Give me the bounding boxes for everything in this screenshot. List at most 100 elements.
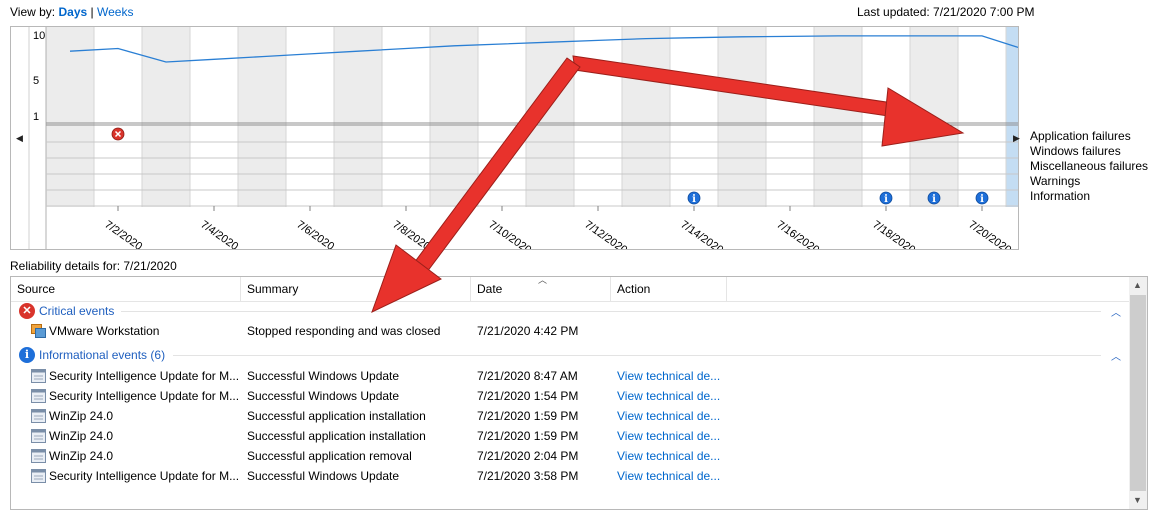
view-weeks-link[interactable]: Weeks [97,5,133,19]
x-tick-label: 7/4/2020 [198,219,240,249]
reliability-chart-svg: 1051iiiii7/2/20207/4/20207/6/20207/8/202… [28,27,1054,257]
column-header-source[interactable]: Source [11,277,241,302]
date-cell: 7/21/2020 1:59 PM [477,409,579,423]
source-cell: Security Intelligence Update for M... [49,369,240,383]
day-column [46,27,94,207]
reliability-details-label: Reliability details for: 7/21/2020 [10,259,177,273]
update-app-icon [31,469,46,483]
view-technical-details-link[interactable]: View technical de... [617,366,727,386]
view-separator: | [90,5,94,19]
view-technical-details-link[interactable]: View technical de... [617,386,727,406]
list-header: Source Summary Date Action ︿ [11,277,1129,302]
summary-cell: Successful Windows Update [247,389,400,403]
source-cell: WinZip 24.0 [49,429,114,443]
group-divider [173,355,1101,356]
source-cell: VMware Workstation [49,324,160,338]
x-tick-label: 7/8/2020 [390,219,432,249]
summary-cell: Successful application installation [247,409,426,423]
column-header-action[interactable]: Action [611,277,727,302]
x-tick-label: 7/14/2020 [678,219,725,249]
group-divider [121,311,1101,312]
day-column [958,27,1006,207]
reliability-chart[interactable]: 1051iiiii7/2/20207/4/20207/6/20207/8/202… [10,26,1054,257]
table-row[interactable]: WinZip 24.0 Successful application instal… [11,406,1129,426]
date-cell: 7/21/2020 3:58 PM [477,469,579,483]
view-technical-details-link[interactable]: View technical de... [617,426,727,446]
view-technical-details-link[interactable]: View technical de... [617,446,727,466]
x-tick-label: 7/12/2020 [582,219,629,249]
scroll-thumb[interactable] [1130,295,1146,491]
view-days-link[interactable]: Days [58,5,87,19]
update-app-icon [31,429,46,443]
day-column [238,27,286,207]
scroll-left-arrow-icon[interactable]: ◀ [16,133,23,144]
group-critical-title: Critical events [39,304,115,318]
day-column [190,27,238,207]
information-event-icon-glyph: i [884,194,888,205]
update-app-icon [31,449,46,463]
legend-information: Information [1030,189,1091,203]
x-tick-label: 7/6/2020 [294,219,336,249]
information-event-icon-glyph: i [980,194,984,205]
sort-caret-icon: ︿ [538,276,548,285]
day-column [574,27,622,207]
date-cell: 7/21/2020 8:47 AM [477,369,578,383]
day-column [862,27,910,207]
source-cell: WinZip 24.0 [49,409,114,423]
day-column [478,27,526,207]
event-legend: Application failures Windows failures Mi… [1030,129,1148,204]
day-column [142,27,190,207]
table-row[interactable]: Security Intelligence Update for M... Suc… [11,366,1129,386]
source-cell: Security Intelligence Update for M... [49,469,240,483]
legend-miscellaneous-failures: Miscellaneous failures [1030,159,1149,173]
x-tick-label: 7/18/2020 [870,219,917,249]
information-event-icon-glyph: i [692,194,696,205]
x-tick-label: 7/20/2020 [966,219,1013,249]
table-row[interactable]: WinZip 24.0 Successful application instal… [11,426,1129,446]
view-by-bar: View by: Days | Weeks [10,5,133,19]
table-row[interactable]: Security Intelligence Update for M... Suc… [11,466,1129,486]
update-app-icon [31,369,46,383]
day-column [94,27,142,207]
day-column [334,27,382,207]
collapse-critical-icon[interactable]: ︿ [1111,304,1121,319]
view-technical-details-link[interactable]: View technical de... [617,466,727,486]
day-column [430,27,478,207]
y-tick-label: 10 [33,30,45,42]
day-column [670,27,718,207]
source-cell: Security Intelligence Update for M... [49,389,240,403]
details-list[interactable]: Source Summary Date Action ︿ ✕ Critical … [10,276,1148,510]
group-informational-title: Informational events (6) [39,348,166,362]
summary-cell: Stopped responding and was closed [247,324,441,338]
source-cell: WinZip 24.0 [49,449,114,463]
x-tick-label: 7/2/2020 [102,219,144,249]
table-row[interactable]: Security Intelligence Update for M... Suc… [11,386,1129,406]
info-icon: i [19,347,35,363]
day-column [718,27,766,207]
view-technical-details-link[interactable]: View technical de... [617,406,727,426]
vmware-app-icon [31,324,46,338]
x-tick-label: 7/10/2020 [486,219,533,249]
legend-application-failures: Application failures [1030,129,1131,143]
error-icon: ✕ [19,303,35,319]
vertical-scrollbar[interactable]: ▲ ▼ [1129,277,1147,509]
collapse-informational-icon[interactable]: ︿ [1111,348,1121,363]
date-cell: 7/21/2020 1:54 PM [477,389,579,403]
summary-cell: Successful application removal [247,449,412,463]
scroll-up-icon[interactable]: ▲ [1133,280,1142,290]
table-row[interactable]: VMware Workstation Stopped responding an… [11,321,1129,341]
column-header-summary[interactable]: Summary [241,277,471,302]
y-tick-label: 1 [33,111,39,123]
information-event-icon-glyph: i [932,194,936,205]
table-row[interactable]: WinZip 24.0 Successful application remova… [11,446,1129,466]
date-cell: 7/21/2020 2:04 PM [477,449,579,463]
day-column [382,27,430,207]
day-column [526,27,574,207]
x-tick-label: 7/16/2020 [774,219,821,249]
scroll-down-icon[interactable]: ▼ [1133,495,1142,505]
day-column [766,27,814,207]
day-column [814,27,862,207]
view-by-label: View by: [10,5,56,19]
update-app-icon [31,409,46,423]
scroll-right-arrow-icon[interactable]: ▶ [1013,133,1020,144]
